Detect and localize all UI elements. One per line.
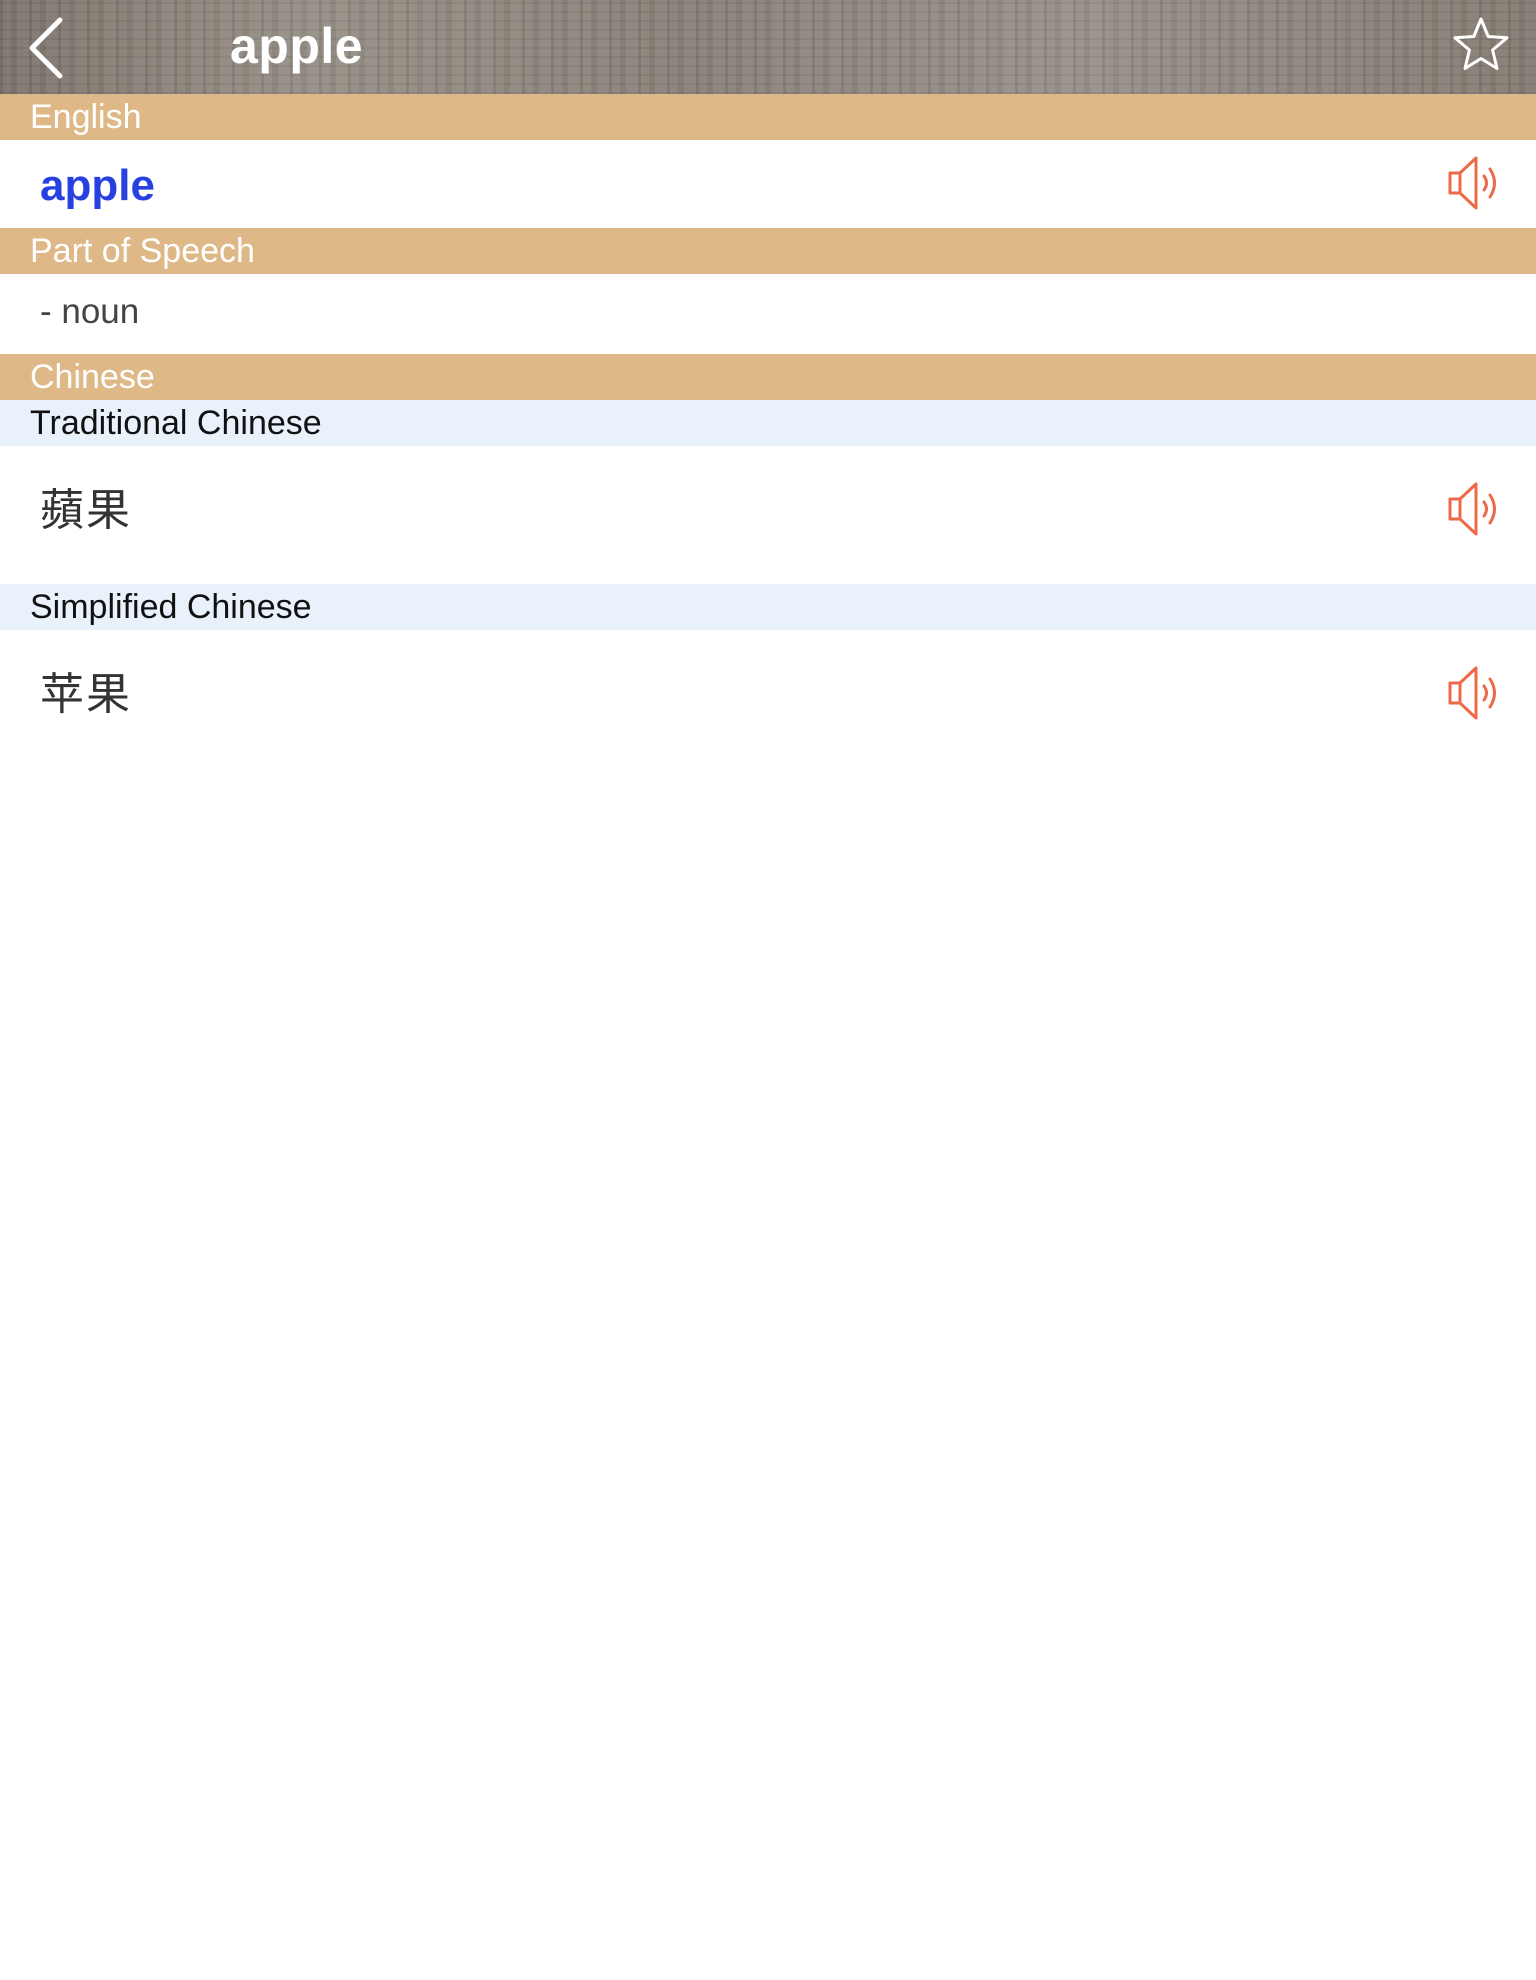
- speaker-icon: [1448, 482, 1496, 536]
- star-outline-icon: [1453, 17, 1509, 70]
- back-button[interactable]: [22, 16, 72, 80]
- chevron-left-icon: [29, 17, 63, 79]
- sub-header-simplified-chinese: Simplified Chinese: [0, 584, 1536, 630]
- section-header-chinese: Chinese: [0, 354, 1536, 400]
- traditional-chinese-value: 蘋果: [40, 485, 132, 536]
- simplified-chinese-value: 苹果: [40, 669, 132, 720]
- part-of-speech-value: - noun: [40, 292, 140, 331]
- navigation-bar: apple: [0, 0, 1536, 94]
- traditional-chinese-audio-button[interactable]: [1446, 479, 1504, 539]
- english-audio-button[interactable]: [1446, 153, 1504, 213]
- section-header-english: English: [0, 94, 1536, 140]
- sub-header-traditional-chinese: Traditional Chinese: [0, 400, 1536, 446]
- english-word: apple: [40, 161, 155, 210]
- section-header-part-of-speech: Part of Speech: [0, 228, 1536, 274]
- favorite-button[interactable]: [1452, 16, 1510, 74]
- speaker-icon: [1448, 156, 1496, 210]
- page-title: apple: [230, 18, 364, 74]
- simplified-chinese-audio-button[interactable]: [1446, 663, 1504, 723]
- speaker-icon: [1448, 666, 1496, 720]
